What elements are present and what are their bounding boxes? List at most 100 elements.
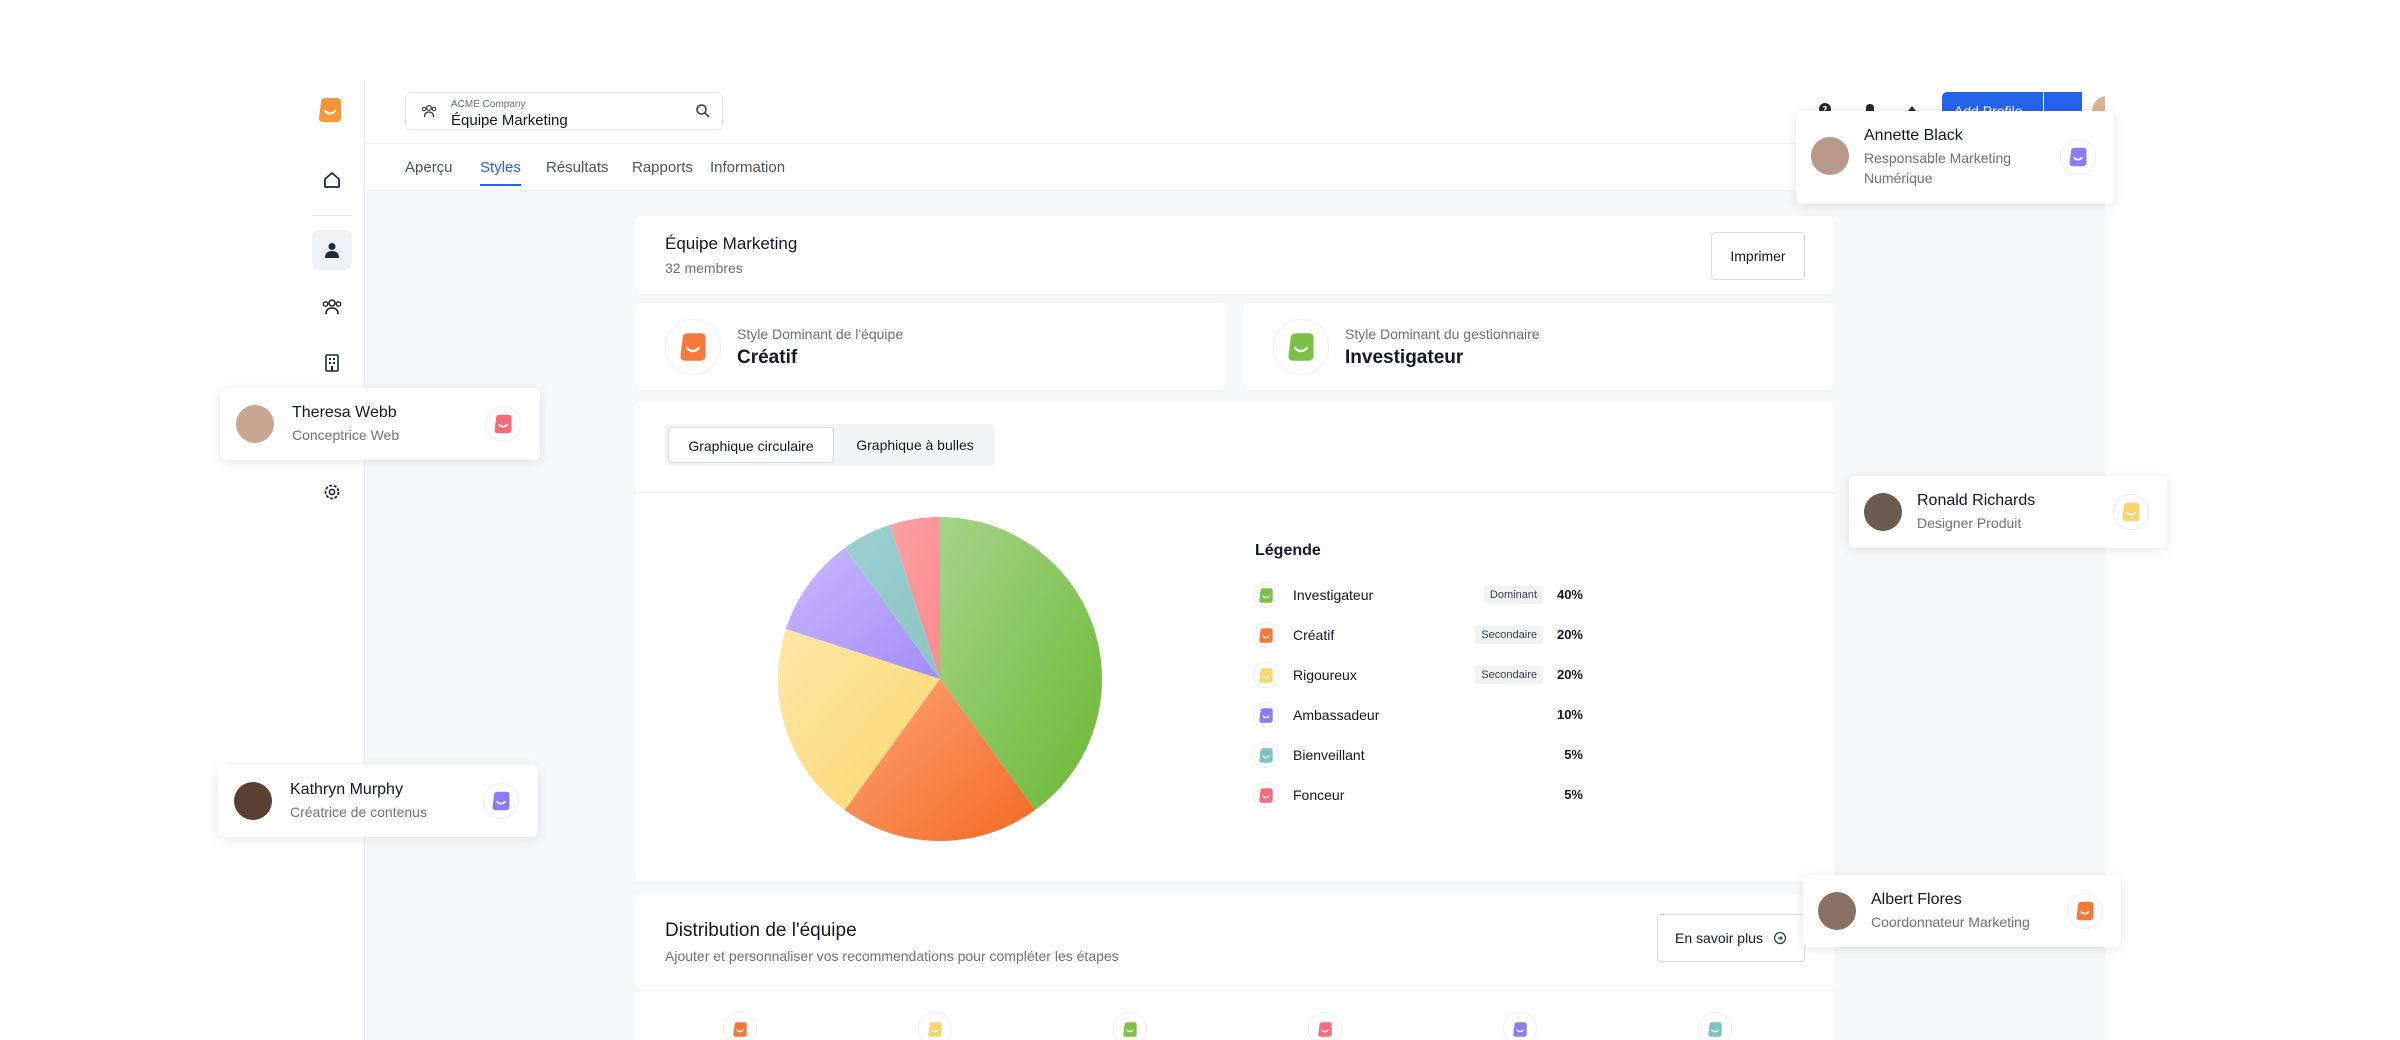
search-icon[interactable] <box>695 103 710 118</box>
sidebar-divider <box>312 215 352 216</box>
legend-label: Ambassadeur <box>1293 707 1380 723</box>
style-face-icon <box>1253 702 1279 728</box>
legend-badge: Dominant <box>1483 586 1543 604</box>
manager-dominant-value: Investigateur <box>1345 347 1464 368</box>
pie-chart <box>778 517 1102 841</box>
tab-resultats[interactable]: Résultats <box>546 159 609 176</box>
legend-item: Fonceur 5% <box>1253 782 1583 808</box>
avatar <box>1811 137 1849 175</box>
profile-card-kathryn-murphy[interactable]: Kathryn Murphy Créatrice de contenus <box>218 765 538 837</box>
legend-percent: 20% <box>1556 667 1583 682</box>
company-name: ACME Company <box>451 99 526 110</box>
style-face-icon <box>1253 622 1279 648</box>
investigateur-style-icon <box>1273 319 1329 375</box>
fonceur-style-icon <box>485 406 521 442</box>
sidebar <box>295 80 365 1040</box>
tab-rapports[interactable]: Rapports <box>632 159 693 176</box>
legend-percent: 5% <box>1564 787 1583 802</box>
ambassadeur-style-icon <box>2060 139 2096 175</box>
profile-role: Conceptrice Web <box>292 427 400 443</box>
legend-item: Ambassadeur 10% <box>1253 702 1583 728</box>
legend-label: Rigoureux <box>1293 667 1357 683</box>
style-face-icon <box>1253 742 1279 768</box>
styles-chart-card: Graphique circulaire Graphique à bulles … <box>635 402 1835 882</box>
tab-information[interactable]: Information <box>710 159 785 176</box>
legend-percent: 10% <box>1556 707 1583 722</box>
avatar <box>236 405 274 443</box>
style-face-icon <box>1253 662 1279 688</box>
team-icon[interactable] <box>312 287 352 327</box>
print-button[interactable]: Imprimer <box>1711 232 1805 280</box>
avatar <box>1864 493 1902 531</box>
company-selector[interactable]: ACME Company Équipe Marketing <box>405 92 723 130</box>
profile-name: Ronald Richards <box>1917 492 2036 509</box>
legend-badge: Secondaire <box>1475 666 1543 684</box>
tab-styles[interactable]: Styles <box>480 159 521 186</box>
legend-title: Légende <box>1255 542 1321 559</box>
distribution-divider <box>635 990 1835 991</box>
settings-gear-icon[interactable] <box>312 472 352 512</box>
distribution-style-icon <box>1503 1012 1537 1040</box>
manager-dominant-style-card: Style Dominant du gestionnaire Investiga… <box>1243 303 1835 390</box>
legend-label: Investigateur <box>1293 587 1374 603</box>
legend-badge: Secondaire <box>1475 626 1543 644</box>
style-face-icon <box>1253 582 1279 608</box>
avatar <box>1818 892 1856 930</box>
ambassadeur-style-icon <box>483 783 519 819</box>
team-header-card: Équipe Marketing 32 membres Imprimer <box>635 216 1835 294</box>
legend-percent: 20% <box>1556 627 1583 642</box>
chart-divider <box>635 492 1835 493</box>
chart-type-switcher: Graphique circulaire Graphique à bulles <box>665 424 995 466</box>
distribution-style-icon <box>723 1012 757 1040</box>
profile-role: Responsable Marketing Numérique <box>1864 150 2012 186</box>
legend-item: Investigateur Dominant 40% <box>1253 582 1583 608</box>
profile-name: Albert Flores <box>1871 891 1962 908</box>
creatif-style-icon <box>2067 893 2103 929</box>
team-name: Équipe Marketing <box>451 112 568 129</box>
person-icon[interactable] <box>312 230 352 270</box>
style-face-icon <box>1253 782 1279 808</box>
tab-apercu[interactable]: Aperçu <box>405 159 453 176</box>
team-dominant-style-card: Style Dominant de l'équipe Créatif <box>635 303 1227 390</box>
profile-card-albert-flores[interactable]: Albert Flores Coordonnateur Marketing <box>1803 875 2121 947</box>
legend-label: Fonceur <box>1293 787 1345 803</box>
distribution-title: Distribution de l'équipe <box>665 920 857 941</box>
distribution-style-icon <box>1308 1012 1342 1040</box>
rigoureux-style-icon <box>2113 494 2149 530</box>
distribution-subtitle: Ajouter et personnaliser vos recommendat… <box>665 948 1119 964</box>
legend-item: Bienveillant 5% <box>1253 742 1583 768</box>
distribution-style-icon <box>918 1012 952 1040</box>
arrow-circle-icon <box>1773 931 1787 945</box>
member-count: 32 membres <box>665 260 743 276</box>
team-dominant-value: Créatif <box>737 347 798 368</box>
home-icon[interactable] <box>312 160 352 200</box>
learn-more-button[interactable]: En savoir plus <box>1657 914 1805 962</box>
profile-card-ronald-richards[interactable]: Ronald Richards Designer Produit <box>1849 476 2167 548</box>
bubble-chart-tab[interactable]: Graphique à bulles <box>837 427 993 463</box>
profile-card-theresa-webb[interactable]: Theresa Webb Conceptrice Web <box>220 388 540 460</box>
profile-role: Designer Produit <box>1917 515 2022 531</box>
legend-percent: 5% <box>1564 747 1583 762</box>
pie-chart-tab[interactable]: Graphique circulaire <box>668 427 834 463</box>
app-logo[interactable] <box>317 96 343 124</box>
team-icon <box>421 104 437 118</box>
profile-role: Créatrice de contenus <box>290 804 427 820</box>
manager-dominant-label: Style Dominant du gestionnaire <box>1345 326 1540 342</box>
learn-more-label: En savoir plus <box>1675 930 1763 946</box>
distribution-style-icon <box>1698 1012 1732 1040</box>
profile-card-annette-black[interactable]: Annette Black Responsable Marketing Numé… <box>1796 111 2114 204</box>
team-title: Équipe Marketing <box>665 234 798 253</box>
profile-name: Theresa Webb <box>292 404 397 421</box>
profile-role: Coordonnateur Marketing <box>1871 914 2030 930</box>
legend-percent: 40% <box>1556 587 1583 602</box>
profile-name: Annette Black <box>1864 127 1963 144</box>
profile-name: Kathryn Murphy <box>290 781 403 798</box>
distribution-style-icon <box>1113 1012 1147 1040</box>
building-icon[interactable] <box>312 343 352 383</box>
legend-item: Créatif Secondaire 20% <box>1253 622 1583 648</box>
legend-item: Rigoureux Secondaire 20% <box>1253 662 1583 688</box>
avatar <box>234 782 272 820</box>
creatif-style-icon <box>665 319 721 375</box>
team-dominant-label: Style Dominant de l'équipe <box>737 326 904 342</box>
legend-label: Bienveillant <box>1293 747 1365 763</box>
